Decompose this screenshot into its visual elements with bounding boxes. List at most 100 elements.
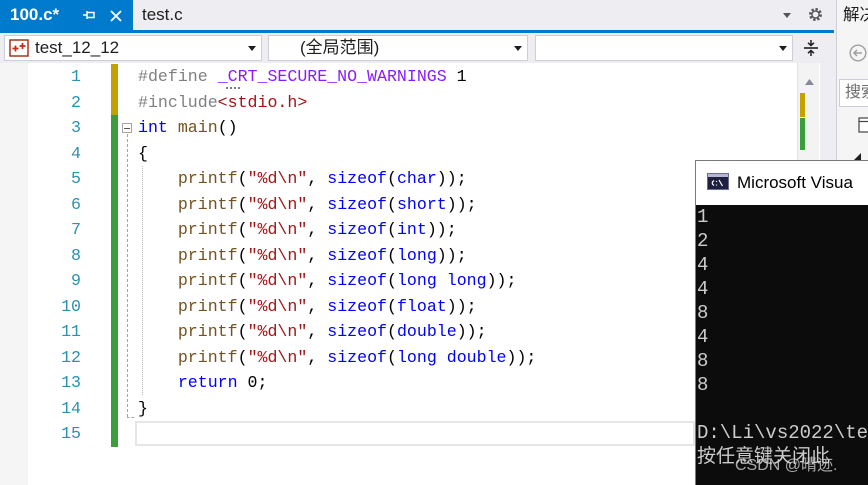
line-number: 12	[61, 347, 81, 367]
tab-100-c[interactable]: 100.c*	[0, 0, 133, 30]
code-token: sizeof	[327, 347, 387, 367]
code-token: <stdio.h>	[217, 92, 308, 112]
code-line[interactable]: printf("%d\n", sizeof(long));	[138, 243, 536, 269]
code-token: double	[396, 322, 457, 341]
code-token: (	[386, 220, 397, 239]
code-token: printf	[177, 271, 238, 290]
code-token: "%d\n"	[247, 347, 308, 367]
code-area[interactable]: #define _CRT_SECURE_NO_WARNINGS 1 #includ…	[138, 64, 536, 447]
glyph-margin[interactable]	[0, 63, 28, 485]
line-number: 1	[71, 67, 81, 86]
project-dropdown[interactable]: test_12_12	[4, 35, 262, 61]
console-line: 8	[697, 350, 709, 372]
console-line: 4	[697, 326, 709, 348]
chevron-down-icon[interactable]	[783, 13, 791, 18]
code-token: (	[237, 220, 248, 239]
console-line: 4	[697, 254, 709, 276]
code-token: float	[396, 296, 447, 316]
code-line[interactable]: }	[138, 396, 536, 422]
line-number: 3	[71, 118, 81, 137]
code-line[interactable]: printf("%d\n", sizeof(int));	[138, 217, 536, 243]
close-icon[interactable]	[110, 9, 122, 27]
change-tracking-bar	[111, 64, 118, 447]
code-token: "%d\n"	[247, 220, 308, 239]
code-line[interactable]: int main()	[138, 115, 536, 141]
search-box[interactable]	[839, 79, 868, 107]
split-editor-icon[interactable]	[803, 39, 819, 62]
code-token: ));	[446, 194, 477, 214]
suggestion-dots[interactable]	[226, 87, 240, 89]
code-line[interactable]: printf("%d\n", sizeof(char));	[138, 166, 536, 192]
project-dropdown-value: test_12_12	[35, 38, 120, 57]
change-marker	[111, 166, 118, 192]
console-line: 8	[697, 302, 709, 324]
code-token: #define	[138, 67, 208, 86]
line-number: 15	[61, 424, 81, 443]
code-line[interactable]: return 0;	[138, 370, 536, 396]
console-line: 8	[697, 374, 709, 396]
code-token: "%d\n"	[247, 271, 308, 290]
chevron-down-icon	[779, 46, 787, 51]
search-input[interactable]	[840, 80, 868, 106]
console-output[interactable]: 1 2 4 4 8 4 8 8 D:\Li\vs2022\te 按任意键关闭此	[697, 205, 868, 469]
code-line[interactable]	[138, 421, 536, 447]
gear-icon[interactable]	[808, 7, 823, 27]
document-icon[interactable]	[858, 117, 868, 138]
code-token: _CRT_SECURE_NO_WARNINGS	[217, 67, 447, 86]
code-token: printf	[177, 322, 238, 341]
code-token: ));	[446, 296, 477, 316]
scroll-up-icon[interactable]	[805, 72, 814, 90]
scope-dropdown[interactable]: (全局范围)	[268, 35, 528, 61]
code-line[interactable]: #include<stdio.h>	[138, 90, 536, 116]
code-line[interactable]: printf("%d\n", sizeof(long long));	[138, 268, 536, 294]
code-token: (	[237, 271, 248, 290]
code-token: ));	[436, 169, 467, 188]
code-token: (	[386, 271, 397, 290]
code-token: (	[237, 347, 248, 367]
line-number: 6	[71, 194, 81, 214]
change-marker	[111, 242, 118, 268]
code-token: ));	[456, 322, 487, 341]
back-icon[interactable]	[849, 44, 867, 67]
code-token: char	[396, 169, 437, 188]
code-token: printf	[177, 347, 238, 367]
line-number: 2	[71, 92, 81, 112]
code-line[interactable]: printf("%d\n", sizeof(float));	[138, 294, 536, 320]
code-token: "%d\n"	[247, 322, 308, 341]
watermark: CSDN @晴迹.	[735, 457, 838, 474]
code-token: {	[138, 143, 148, 163]
code-token: "%d\n"	[247, 245, 308, 265]
collapse-icon[interactable]	[122, 123, 132, 133]
change-marker	[111, 64, 118, 90]
code-token: ));	[436, 245, 467, 265]
code-line[interactable]: printf("%d\n", sizeof(long double));	[138, 345, 537, 371]
code-line[interactable]: printf("%d\n", sizeof(double));	[138, 319, 536, 345]
pin-icon[interactable]	[82, 8, 96, 27]
change-marker	[111, 191, 118, 217]
code-token: long	[396, 245, 437, 265]
code-token: ,	[307, 322, 328, 341]
debug-console-window[interactable]: Microsoft Visua 1 2 4 4 8 4 8 8 D:\Li\vs2022\te 按…	[695, 160, 868, 485]
code-token: "%d\n"	[247, 194, 308, 214]
code-token: printf	[177, 296, 238, 316]
chevron-down-icon	[514, 46, 522, 51]
code-token: sizeof	[327, 296, 387, 316]
code-token: (	[386, 296, 397, 316]
tab-test-c[interactable]: test.c	[133, 0, 251, 30]
code-token: (	[237, 322, 248, 341]
console-title-bar[interactable]: Microsoft Visua	[696, 161, 868, 205]
code-line[interactable]: printf("%d\n", sizeof(short));	[138, 192, 536, 218]
code-line[interactable]: #define _CRT_SECURE_NO_WARNINGS 1	[138, 64, 536, 90]
code-token: ));	[486, 271, 517, 290]
code-line[interactable]: {	[138, 141, 536, 167]
code-token: ));	[506, 347, 537, 367]
member-dropdown[interactable]	[535, 35, 793, 61]
line-number: 10	[61, 296, 81, 316]
